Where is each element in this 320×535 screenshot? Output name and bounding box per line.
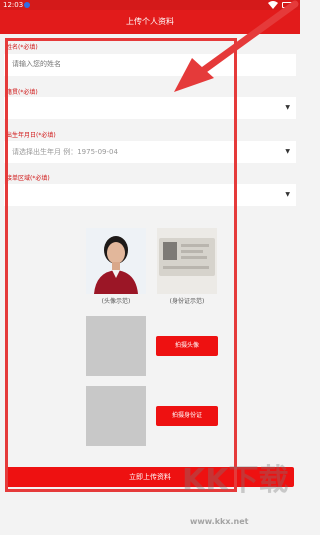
avatar-upload-preview[interactable] — [86, 316, 146, 376]
status-time: 12:03 — [3, 1, 24, 9]
idcard-sample-caption: (身份证示范) — [169, 298, 205, 305]
idcard-sample-image — [157, 228, 217, 294]
birth-placeholder: 请选择出生年月 例：1975-09-04 — [12, 148, 118, 156]
birth-label: 出生年月日(*必填) — [6, 132, 56, 139]
take-avatar-button[interactable]: 拍摄头像 — [156, 336, 218, 356]
idcard-upload-preview[interactable] — [86, 386, 146, 446]
dropdown-caret-icon: ▼ — [285, 148, 290, 155]
birth-select[interactable]: 请选择出生年月 例：1975-09-04 ▼ — [4, 141, 296, 163]
dropdown-caret-icon: ▼ — [285, 191, 290, 198]
notification-icon — [24, 2, 30, 8]
area-label: 接单区域(*必填) — [6, 175, 50, 182]
avatar-sample-caption: (头像示范) — [101, 298, 131, 305]
avatar-sample-image — [86, 228, 146, 294]
dropdown-caret-icon: ▼ — [285, 104, 290, 111]
watermark: KK下载 www.kkx.net — [160, 455, 300, 535]
area-select[interactable]: ▼ — [4, 184, 296, 206]
take-idcard-button[interactable]: 拍摄身份证 — [156, 406, 218, 426]
origin-label: 籍贯(*必填) — [6, 89, 38, 96]
page-title: 上传个人资料 — [126, 17, 174, 26]
name-label: 姓名(*必填) — [6, 44, 38, 51]
origin-select[interactable]: ▼ — [4, 97, 296, 119]
watermark-brand: KK下载 — [182, 463, 289, 498]
watermark-url: www.kkx.net — [190, 517, 249, 526]
annotation-arrow-icon — [174, 0, 299, 92]
